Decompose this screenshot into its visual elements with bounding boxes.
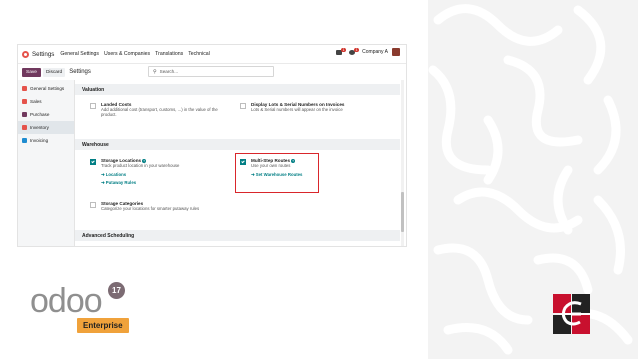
app-window: Settings General Settings Users & Compan… [17, 44, 407, 247]
storage-categories-desc: Categorize your locations for smarter pu… [101, 206, 200, 211]
save-button[interactable]: Save [22, 67, 41, 77]
activity-icon[interactable]: 1 [349, 47, 360, 56]
discard-button[interactable]: Discard [42, 67, 66, 77]
menu-users-companies[interactable]: Users & Companies [104, 51, 150, 57]
app-title[interactable]: Settings [32, 51, 54, 58]
storage-locations-checkbox[interactable] [90, 159, 96, 165]
sidebar-item-label: Invoicing [30, 138, 49, 143]
version-badge: 17 [108, 282, 125, 299]
multi-step-routes-setting: Multi-Step Routes? Use your own routes ➜… [251, 158, 317, 178]
enterprise-badge: Enterprise [77, 318, 129, 333]
inventory-icon [22, 125, 27, 130]
sidebar-item-purchase[interactable]: Purchase [18, 108, 74, 121]
landed-costs-setting: Landed Costs Add additional cost (transp… [101, 102, 231, 117]
set-warehouse-routes-label: Set Warehouse Routes [255, 172, 303, 177]
menu-translations[interactable]: Translations [155, 51, 183, 57]
odoo-branding: odoo 17 Enterprise [30, 282, 129, 333]
sidebar-item-label: Sales [30, 99, 42, 104]
top-navbar: Settings General Settings Users & Compan… [18, 45, 406, 64]
sidebar-item-label: General Settings [30, 86, 65, 91]
scrollbar-thumb[interactable] [401, 192, 404, 232]
lots-invoices-checkbox[interactable] [240, 103, 246, 109]
user-avatar[interactable] [392, 48, 400, 56]
sidebar-item-sales[interactable]: Sales [18, 95, 74, 108]
section-warehouse: Warehouse [75, 139, 400, 150]
purchase-icon [22, 112, 27, 117]
odoo-logo-text: odoo [30, 282, 103, 320]
settings-app-icon[interactable] [22, 50, 29, 58]
company-name[interactable]: Company A [362, 49, 388, 55]
storage-locations-setting: Storage Locations? Track product locatio… [101, 158, 231, 186]
menu-general-settings[interactable]: General Settings [60, 51, 99, 57]
settings-content: Valuation Landed Costs Add additional co… [75, 80, 406, 246]
sidebar-item-label: Inventory [30, 125, 49, 130]
locations-link[interactable]: ➜ Locations [101, 172, 231, 178]
sales-icon [22, 99, 27, 104]
messages-badge: 1 [341, 47, 347, 52]
sidebar-item-invoicing[interactable]: Invoicing [18, 134, 74, 147]
section-valuation: Valuation [75, 84, 400, 95]
menu-technical[interactable]: Technical [188, 51, 210, 57]
putaway-rules-link-label: Putaway Rules [105, 180, 137, 185]
lots-invoices-desc: Lots & Serial numbers will appear on the… [251, 107, 343, 112]
control-panel: Save Discard Settings ⚲ Search... [18, 64, 406, 80]
sidebar-item-inventory[interactable]: Inventory [18, 121, 74, 134]
storage-categories-checkbox[interactable] [90, 202, 96, 208]
multi-step-routes-desc: Use your own routes [251, 163, 291, 168]
invoicing-icon [22, 138, 27, 143]
section-advanced-scheduling: Advanced Scheduling [75, 230, 400, 241]
chat-icon[interactable]: 1 [336, 47, 347, 56]
lots-invoices-setting: Display Lots & Serial Numbers on Invoice… [251, 102, 391, 112]
storage-locations-desc: Track product location in your warehouse [101, 163, 180, 168]
search-placeholder: Search... [159, 69, 179, 74]
sidebar-item-label: Purchase [30, 112, 50, 117]
multi-step-routes-checkbox[interactable] [240, 159, 246, 165]
storage-categories-setting: Storage Categories Categorize your locat… [101, 201, 251, 211]
landed-costs-checkbox[interactable] [90, 103, 96, 109]
company-logo [553, 294, 590, 334]
general-settings-icon [22, 86, 27, 91]
settings-sidebar: General Settings Sales Purchase Inventor… [18, 80, 75, 246]
help-icon[interactable]: ? [291, 158, 296, 163]
decorative-pattern [428, 0, 638, 359]
locations-link-label: Locations [105, 172, 127, 177]
breadcrumb: Settings [69, 69, 91, 75]
landed-costs-desc: Add additional cost (transport, customs,… [101, 107, 218, 117]
activity-badge: 1 [354, 47, 360, 52]
set-warehouse-routes-link[interactable]: ➜ Set Warehouse Routes [251, 172, 317, 178]
search-icon: ⚲ [153, 68, 157, 75]
scrollbar[interactable] [401, 80, 404, 246]
sidebar-item-general-settings[interactable]: General Settings [18, 82, 74, 95]
putaway-rules-link[interactable]: ➜ Putaway Rules [101, 180, 231, 186]
search-input[interactable]: ⚲ Search... [148, 66, 274, 77]
